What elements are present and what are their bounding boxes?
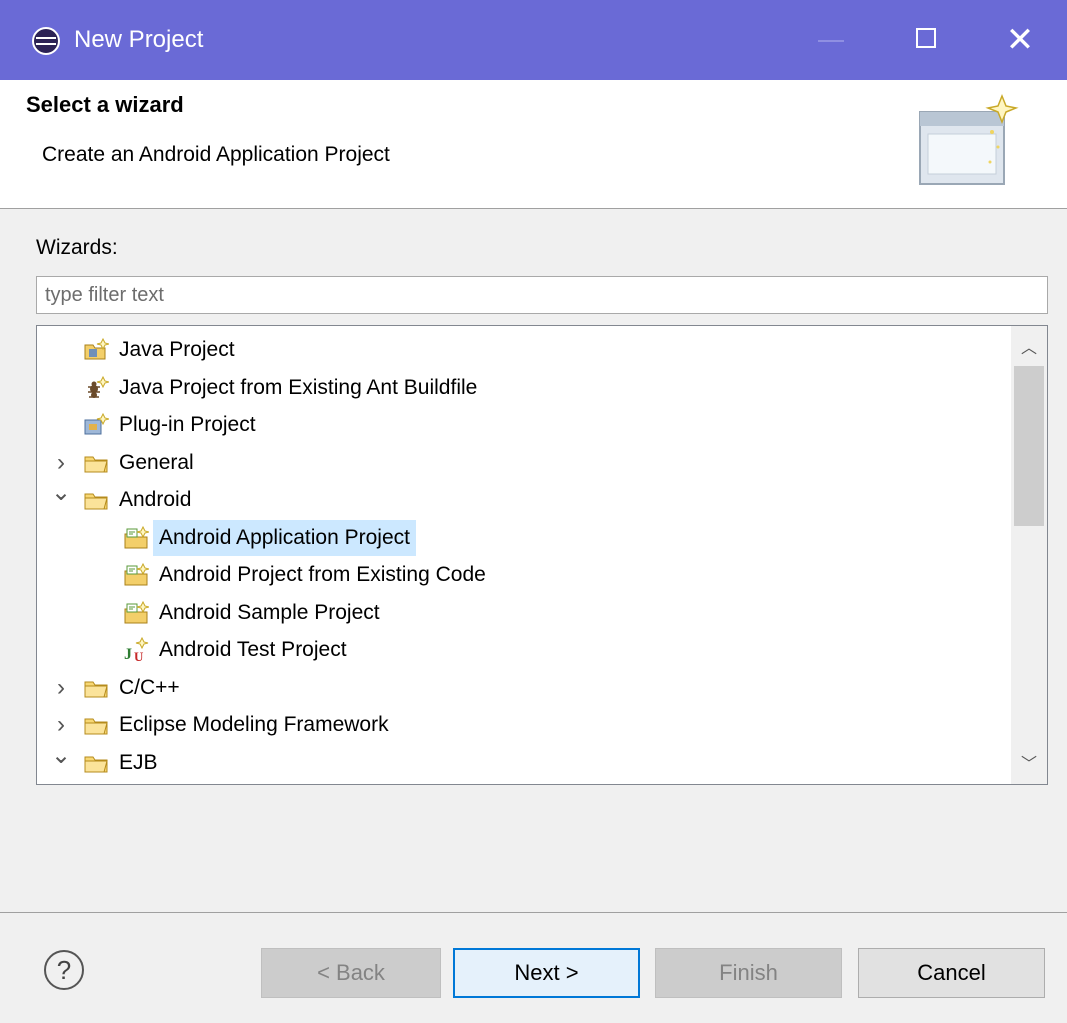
svg-text:J: J (124, 646, 132, 663)
wizard-banner-icon (919, 93, 1019, 185)
filter-input[interactable] (36, 276, 1048, 314)
chevron-down-icon[interactable]: ⌄ (51, 481, 71, 518)
finish-button[interactable]: Finish (655, 948, 842, 998)
eclipse-icon (32, 27, 60, 55)
scroll-thumb[interactable] (1014, 366, 1044, 526)
tree-item[interactable]: › Eclipse Modeling Framework (37, 707, 997, 743)
ant-buildfile-icon (83, 375, 110, 401)
wizard-description: Create an Android Application Project (42, 143, 390, 166)
minimize-button[interactable] (818, 40, 844, 42)
tree-item[interactable]: ⌄ Android (37, 481, 997, 518)
next-button[interactable]: Next > (453, 948, 640, 998)
folder-icon (83, 750, 109, 776)
tree-item-label: General (119, 450, 194, 474)
android-project-icon (123, 525, 150, 551)
folder-icon (83, 675, 109, 701)
tree-item[interactable]: Android Application Project (37, 519, 997, 556)
scroll-down-arrow[interactable]: ﹀ (1011, 750, 1047, 776)
svg-text:U: U (134, 649, 144, 663)
tree-item[interactable]: › General (37, 445, 997, 481)
vertical-scrollbar[interactable]: ︿ ﹀ (1011, 326, 1047, 784)
android-project-icon (123, 600, 150, 626)
back-button[interactable]: < Back (261, 948, 441, 998)
tree-item[interactable]: Android Sample Project (37, 595, 997, 631)
wizard-tree[interactable]: ︿ ﹀ Java Project Java Project from Existi… (36, 325, 1048, 785)
tree-item-label: EJB (119, 750, 158, 774)
tree-item[interactable]: Java Project from Existing Ant Buildfile (37, 370, 997, 406)
tree-item[interactable]: ⌄ EJB (37, 743, 997, 781)
tree-item-label: Android Sample Project (159, 600, 380, 624)
tree-item-label: Java Project from Existing Ant Buildfile (119, 375, 478, 399)
java-project-icon (83, 337, 110, 363)
tree-item-label: Android (119, 488, 192, 511)
tree-item-label: Android Project from Existing Code (159, 563, 486, 586)
tree-item[interactable]: J U Android Test Project (37, 632, 997, 668)
tree-item[interactable]: Plug-in Project (37, 407, 997, 443)
junit-project-icon: JU (123, 636, 149, 664)
window-title: New Project (74, 26, 204, 53)
tree-item-label: Plug-in Project (119, 413, 256, 436)
folder-icon (83, 712, 109, 738)
chevron-right-icon[interactable]: › (51, 670, 71, 706)
folder-icon (83, 450, 109, 476)
tree-item[interactable]: › C/C++ (37, 670, 997, 706)
help-button[interactable]: ? (44, 950, 84, 990)
plugin-project-icon (83, 412, 110, 438)
cancel-button[interactable]: Cancel (858, 948, 1045, 998)
tree-item-label: C/C++ (119, 675, 180, 699)
wizards-label: Wizards: (36, 236, 118, 259)
scroll-up-arrow[interactable]: ︿ (1011, 334, 1047, 360)
maximize-button[interactable] (916, 28, 936, 48)
tree-item[interactable]: Android Project from Existing Code (37, 557, 997, 593)
chevron-down-icon[interactable]: ⌄ (51, 743, 71, 781)
tree-item-label: Eclipse Modeling Framework (119, 713, 389, 736)
close-button[interactable]: ✕ (1002, 20, 1038, 60)
tree-item-label: Android Test Project (159, 638, 347, 661)
chevron-right-icon[interactable]: › (51, 707, 71, 743)
wizard-title: Select a wizard (26, 92, 184, 117)
title-bar[interactable]: New Project ✕ (0, 0, 1067, 80)
folder-icon (83, 487, 109, 513)
tree-item[interactable]: Java Project (37, 332, 997, 368)
chevron-right-icon[interactable]: › (51, 445, 71, 481)
footer-separator (0, 912, 1067, 913)
tree-item-label: Android Application Project (153, 519, 416, 556)
tree-item-label: Java Project (119, 338, 235, 361)
android-project-icon (123, 562, 150, 588)
